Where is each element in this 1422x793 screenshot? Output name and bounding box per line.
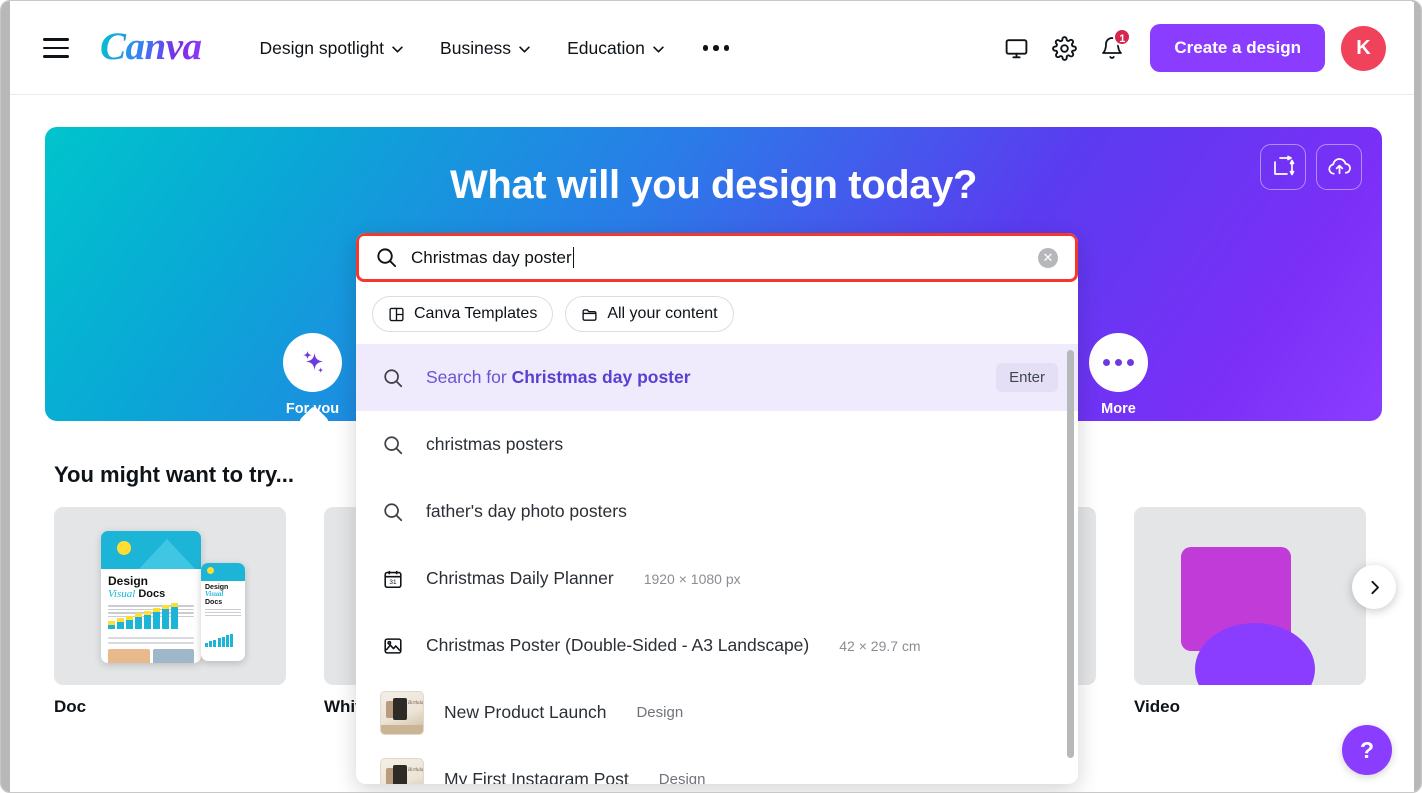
suggestion-label: New Product Launch xyxy=(444,702,606,723)
suggestion-label: Christmas Poster (Double-Sided - A3 Land… xyxy=(426,635,809,656)
hero-shortcut-more[interactable]: More xyxy=(1089,333,1148,417)
display-icon[interactable] xyxy=(992,24,1040,72)
suggestion-design-item[interactable]: Birthday New Product Launch Design xyxy=(356,679,1078,746)
nav-item-design-spotlight[interactable]: Design spotlight xyxy=(260,38,404,59)
nav-item-education[interactable]: Education xyxy=(567,38,664,59)
calendar-icon: 31 xyxy=(380,568,406,590)
search-icon xyxy=(380,501,406,523)
suggestion-design-item[interactable]: Birthday My First Instagram Post Design xyxy=(356,746,1078,784)
image-icon xyxy=(380,635,406,657)
cloud-upload-icon[interactable] xyxy=(1316,144,1362,190)
site-header: Canva Design spotlight Business Educatio… xyxy=(10,2,1414,95)
suggestion-dimensions: 1920 × 1080 px xyxy=(644,571,741,587)
card-thumbnail[interactable]: Design Visual Docs Des xyxy=(54,507,286,685)
suggestion-doctype-item[interactable]: Christmas Poster (Double-Sided - A3 Land… xyxy=(356,612,1078,679)
folder-icon xyxy=(581,306,598,323)
search-input-value: Christmas day poster xyxy=(411,248,572,268)
suggestion-label: christmas posters xyxy=(426,434,563,455)
chevron-down-icon xyxy=(392,46,403,53)
video-artwork xyxy=(1175,521,1325,671)
chip-all-your-content[interactable]: All your content xyxy=(565,296,733,332)
canva-home-page: Canva Design spotlight Business Educatio… xyxy=(10,2,1414,793)
search-suggestions-list: Search for Christmas day poster Enter ch… xyxy=(356,344,1078,784)
create-a-design-button[interactable]: Create a design xyxy=(1150,24,1325,72)
svg-text:31: 31 xyxy=(389,579,397,586)
search-overlay-panel: Christmas day poster ✕ Canva Templates xyxy=(356,233,1078,784)
chip-label: All your content xyxy=(607,305,717,323)
hero-shortcut-for-you[interactable]: For you xyxy=(283,333,342,417)
suggestion-label: My First Instagram Post xyxy=(444,769,629,784)
enter-key-hint: Enter xyxy=(996,363,1058,392)
suggestion-dimensions: 42 × 29.7 cm xyxy=(839,638,920,654)
suggestion-prefix: Search for xyxy=(426,367,512,387)
chip-canva-templates[interactable]: Canva Templates xyxy=(372,296,553,332)
header-actions: 1 Create a design K xyxy=(992,24,1414,72)
card-label: Doc xyxy=(54,697,286,717)
templates-icon xyxy=(388,306,405,323)
page-title: What will you design today? xyxy=(45,163,1382,208)
nav-label: Business xyxy=(440,38,511,59)
template-card[interactable]: Video xyxy=(1134,507,1366,727)
card-label: Video xyxy=(1134,697,1366,717)
nav-label: Education xyxy=(567,38,645,59)
design-thumbnail: Birthday xyxy=(380,691,424,735)
design-thumbnail: Birthday xyxy=(380,758,424,785)
hero-tool-buttons xyxy=(1260,144,1362,190)
suggestion-doctype-item[interactable]: 31 Christmas Daily Planner 1920 × 1080 p… xyxy=(356,545,1078,612)
suggestion-type: Design xyxy=(636,704,683,721)
gear-icon[interactable] xyxy=(1040,24,1088,72)
suggestion-type: Design xyxy=(659,771,706,784)
doc-artwork: Design Visual Docs Des xyxy=(95,521,245,671)
nav-more-icon[interactable] xyxy=(701,39,732,57)
nav-label: Design spotlight xyxy=(260,38,385,59)
chip-label: Canva Templates xyxy=(414,305,537,323)
text-caret xyxy=(573,247,575,268)
suggestion-query-item[interactable]: christmas posters xyxy=(356,411,1078,478)
search-bar[interactable]: Christmas day poster ✕ xyxy=(356,233,1078,282)
section-title: You might want to try... xyxy=(54,462,294,488)
suggestion-search-for[interactable]: Search for Christmas day poster Enter xyxy=(356,344,1078,411)
suggestion-label: Search for Christmas day poster xyxy=(426,367,691,388)
notification-badge: 1 xyxy=(1113,28,1131,46)
sparkle-icon xyxy=(283,333,342,392)
suggestion-label: father's day photo posters xyxy=(426,501,627,522)
ellipsis-icon xyxy=(1089,333,1148,392)
search-icon xyxy=(380,367,406,389)
search-icon xyxy=(380,434,406,456)
canva-logo[interactable]: Canva xyxy=(100,27,202,70)
avatar[interactable]: K xyxy=(1341,26,1386,71)
page-gutter-left xyxy=(1,1,10,793)
search-input[interactable]: Christmas day poster xyxy=(411,247,1038,268)
suggestion-query-item[interactable]: father's day photo posters xyxy=(356,478,1078,545)
clear-icon[interactable]: ✕ xyxy=(1038,248,1058,268)
suggestions-scrollbar[interactable] xyxy=(1067,350,1074,758)
nav-item-business[interactable]: Business xyxy=(440,38,530,59)
browser-window: Canva Design spotlight Business Educatio… xyxy=(0,0,1422,793)
primary-nav: Design spotlight Business Education xyxy=(260,38,732,59)
search-filter-chips: Canva Templates All your content xyxy=(356,282,1078,344)
template-card[interactable]: Design Visual Docs Des xyxy=(54,507,286,727)
shortcut-label: More xyxy=(1101,401,1136,417)
chevron-right-icon xyxy=(1366,579,1383,596)
carousel-next-button[interactable] xyxy=(1352,565,1396,609)
help-button[interactable]: ? xyxy=(1342,725,1392,775)
card-thumbnail[interactable] xyxy=(1134,507,1366,685)
hamburger-icon[interactable] xyxy=(43,36,69,60)
custom-size-icon[interactable] xyxy=(1260,144,1306,190)
search-icon xyxy=(375,246,398,269)
suggestion-query: Christmas day poster xyxy=(512,367,691,387)
chevron-down-icon xyxy=(519,46,530,53)
bell-icon[interactable]: 1 xyxy=(1088,24,1136,72)
suggestion-label: Christmas Daily Planner xyxy=(426,568,614,589)
chevron-down-icon xyxy=(653,46,664,53)
